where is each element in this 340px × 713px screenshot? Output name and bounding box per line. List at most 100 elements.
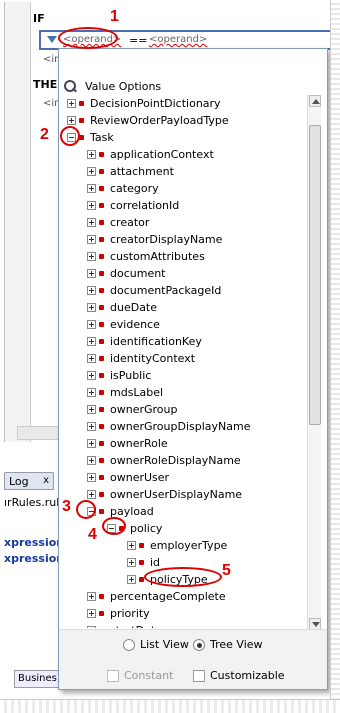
annotation-ring-3 [76, 500, 96, 519]
tree-item[interactable]: category [87, 180, 159, 197]
tree-item[interactable]: priority [87, 605, 150, 622]
tree-item-label: ownerUserDisplayName [110, 488, 243, 501]
expand-icon[interactable] [87, 626, 96, 628]
expand-icon[interactable] [87, 439, 96, 448]
tree-item[interactable]: evidence [87, 316, 160, 333]
tree-item[interactable]: identityContext [87, 350, 195, 367]
tree-item[interactable]: id [127, 554, 160, 571]
editor-gutter [5, 2, 31, 442]
expand-icon[interactable] [127, 558, 136, 567]
torn-edge-right [330, 0, 340, 713]
tree-item[interactable]: ownerUser [87, 469, 169, 486]
tree-item[interactable]: ownerGroupDisplayName [87, 418, 250, 435]
expand-icon[interactable] [87, 269, 96, 278]
expand-icon[interactable] [87, 252, 96, 261]
tree-item[interactable]: employerType [127, 537, 227, 554]
dropdown-arrow-icon[interactable] [47, 36, 57, 43]
annotation-number-5: 5 [222, 562, 231, 579]
tree-item[interactable]: creatorDisplayName [87, 231, 222, 248]
tree-item[interactable]: dueDate [87, 299, 157, 316]
scroll-thumb[interactable] [309, 125, 321, 425]
customizable-checkbox[interactable]: Customizable [193, 669, 285, 682]
expand-icon[interactable] [87, 592, 96, 601]
tree-item[interactable]: document [87, 265, 166, 282]
expand-icon[interactable] [87, 609, 96, 618]
log-tab[interactable]: Log x [4, 472, 54, 490]
tree-item-label: DecisionPointDictionary [90, 97, 221, 110]
tree-item[interactable]: isPublic [87, 367, 151, 384]
tree-item[interactable]: customAttributes [87, 248, 205, 265]
tree-item[interactable]: ownerRole [87, 435, 168, 452]
expand-icon[interactable] [127, 541, 136, 550]
expand-icon[interactable] [127, 575, 136, 584]
constant-checkbox[interactable]: Constant [107, 669, 173, 682]
tree-item[interactable]: correlationId [87, 197, 179, 214]
tree-item-label: category [110, 182, 159, 195]
field-icon [99, 220, 104, 225]
close-icon[interactable]: x [43, 475, 49, 486]
expand-icon[interactable] [87, 422, 96, 431]
torn-edge-bottom [0, 699, 340, 713]
tree-item[interactable]: ownerGroup [87, 401, 177, 418]
expand-icon[interactable] [87, 473, 96, 482]
tree-item[interactable]: applicationContext [87, 146, 214, 163]
radio-dot-icon[interactable] [193, 638, 205, 651]
customizable-label: Customizable [210, 669, 285, 682]
field-icon [99, 237, 104, 242]
expand-icon[interactable] [87, 286, 96, 295]
expand-icon[interactable] [87, 405, 96, 414]
tree-item-label: mdsLabel [110, 386, 164, 399]
tree-view-radio[interactable]: Tree View [193, 638, 263, 651]
search-icon[interactable] [64, 79, 77, 93]
tree-item[interactable]: startDate [87, 622, 162, 628]
tree-item[interactable]: percentageComplete [87, 588, 226, 605]
operator[interactable]: == [129, 34, 147, 47]
tree-item[interactable]: ownerUserDisplayName [87, 486, 242, 503]
expand-icon[interactable] [87, 184, 96, 193]
field-icon [99, 288, 104, 293]
tree-item[interactable]: ReviewOrderPayloadType [67, 112, 229, 129]
checkbox-icon[interactable] [107, 669, 119, 682]
tree-item-label: ownerRoleDisplayName [110, 454, 241, 467]
tree-item[interactable]: ownerRoleDisplayName [87, 452, 241, 469]
business-rules-tab[interactable]: Busines [14, 670, 60, 688]
tree-item[interactable]: documentPackageId [87, 282, 221, 299]
tree-item[interactable]: mdsLabel [87, 384, 163, 401]
annotation-ring-4 [102, 517, 126, 535]
expand-icon[interactable] [87, 201, 96, 210]
radio-dot-icon[interactable] [123, 638, 135, 651]
tree-item[interactable]: identificationKey [87, 333, 202, 350]
annotation-number-1: 1 [110, 8, 119, 25]
expand-icon[interactable] [87, 303, 96, 312]
expand-icon[interactable] [87, 388, 96, 397]
expand-icon[interactable] [87, 456, 96, 465]
field-icon [99, 475, 104, 480]
expand-icon[interactable] [87, 490, 96, 499]
tree-item-label: documentPackageId [110, 284, 222, 297]
expand-icon[interactable] [87, 320, 96, 329]
expand-icon[interactable] [87, 235, 96, 244]
expand-icon[interactable] [67, 116, 76, 125]
right-operand[interactable]: <operand> [149, 34, 207, 45]
tree-item-label: percentageComplete [110, 590, 226, 603]
expand-icon[interactable] [67, 99, 76, 108]
scroll-up-icon[interactable] [309, 95, 321, 107]
field-icon [99, 373, 104, 378]
expand-icon[interactable] [87, 337, 96, 346]
annotation-ring-2 [60, 126, 80, 146]
vertical-scrollbar[interactable] [307, 95, 321, 630]
list-view-radio[interactable]: List View [123, 638, 189, 651]
expand-icon[interactable] [87, 218, 96, 227]
expand-icon[interactable] [87, 167, 96, 176]
checkbox-icon[interactable] [193, 669, 205, 682]
field-icon [99, 271, 104, 276]
tree-item-label: ReviewOrderPayloadType [90, 114, 229, 127]
expand-icon[interactable] [87, 354, 96, 363]
field-icon [99, 509, 104, 514]
tree-item[interactable]: DecisionPointDictionary [67, 95, 221, 112]
expand-icon[interactable] [87, 150, 96, 159]
value-options-header: Value Options [64, 78, 161, 94]
tree-item[interactable]: attachment [87, 163, 174, 180]
expand-icon[interactable] [87, 371, 96, 380]
tree-item[interactable]: creator [87, 214, 149, 231]
